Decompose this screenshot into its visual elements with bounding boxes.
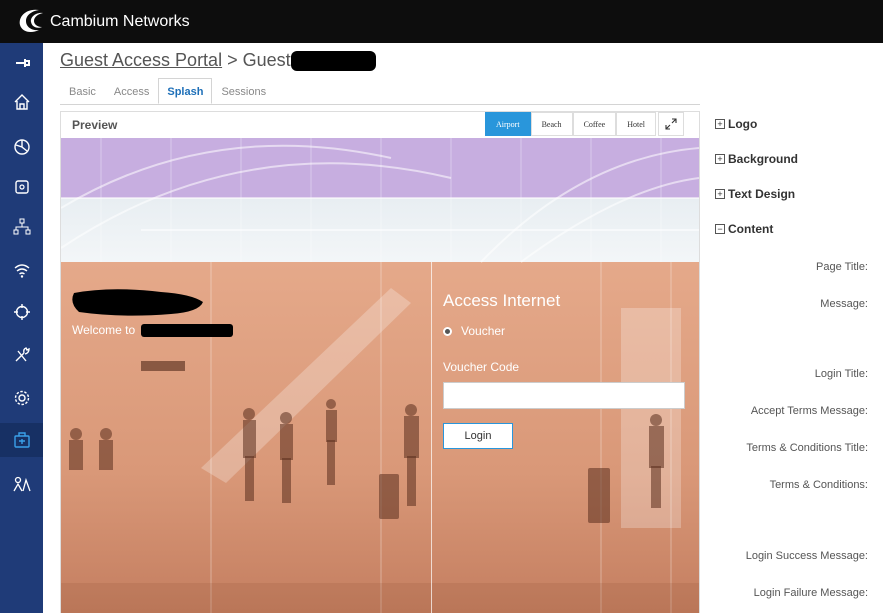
content-section-toggle[interactable]: − Content (715, 222, 773, 236)
tools-icon[interactable] (0, 338, 43, 372)
cambium-logo-icon (19, 9, 43, 33)
home-icon[interactable] (0, 85, 43, 119)
device-icon[interactable] (0, 170, 43, 204)
voucher-label: Voucher (461, 324, 506, 338)
network-icon[interactable] (0, 210, 43, 244)
theme-selector: Airport Beach Coffee Hotel (485, 112, 684, 136)
welcome-text: Welcome to (72, 323, 234, 338)
login-button[interactable]: Login (443, 423, 513, 449)
tab-sessions[interactable]: Sessions (212, 78, 275, 104)
collapse-minus-icon: − (715, 224, 725, 234)
login-title-label: Login Title: (814, 368, 868, 380)
message-label: Message: (820, 298, 868, 310)
text-design-section-toggle[interactable]: + Text Design (715, 187, 795, 201)
tab-basic[interactable]: Basic (60, 78, 105, 104)
top-bar: Cambium Networks (0, 0, 883, 43)
page-title-label: Page Title: (816, 261, 868, 273)
background-section-toggle[interactable]: + Background (715, 152, 798, 166)
voucher-code-input[interactable] (443, 382, 685, 409)
voucher-code-label: Voucher Code (443, 360, 520, 374)
expand-plus-icon: + (715, 189, 725, 199)
theme-hotel-button[interactable]: Hotel (616, 112, 656, 136)
content-section-label: Content (728, 222, 774, 236)
breadcrumb-current: Guest (242, 50, 291, 70)
splash-settings: + Logo + Background + Text Design − Cont… (700, 111, 883, 613)
guest-icon[interactable] (0, 423, 43, 457)
splash-preview-scene: Welcome to Access Internet Voucher Vouch… (61, 138, 699, 613)
brand-name: Cambium Networks (50, 13, 190, 30)
text-design-section-label: Text Design (728, 187, 796, 201)
tab-access[interactable]: Access (105, 78, 158, 104)
login-success-label: Login Success Message: (745, 550, 868, 562)
airport-background-image (61, 138, 699, 613)
sidebar (0, 43, 43, 613)
login-failure-label: Login Failure Message: (753, 587, 868, 599)
redacted-venue (141, 324, 234, 338)
access-title: Access Internet (443, 291, 561, 310)
preview-title: Preview (72, 118, 118, 132)
tab-divider (60, 104, 700, 105)
breadcrumb-separator: > (227, 50, 238, 70)
preview-header: Preview Airport Beach Coffee Hotel (61, 112, 699, 138)
voucher-option[interactable]: Voucher (443, 324, 505, 338)
wifi-icon[interactable] (0, 253, 43, 287)
target-icon[interactable] (0, 295, 43, 329)
theme-coffee-button[interactable]: Coffee (572, 112, 617, 136)
users-icon[interactable] (0, 467, 43, 501)
terms-conditions-label: Terms & Conditions: (769, 479, 868, 491)
preview-panel-divider (431, 262, 432, 613)
voucher-radio[interactable] (443, 326, 452, 336)
accept-terms-label: Accept Terms Message: (750, 405, 868, 417)
expand-plus-icon: + (715, 119, 725, 129)
logo-section-label: Logo (728, 117, 758, 131)
expand-plus-icon: + (715, 154, 725, 164)
breadcrumb-portal-link[interactable]: Guest Access Portal (60, 50, 222, 70)
logo-section-toggle[interactable]: + Logo (715, 117, 757, 131)
settings-icon[interactable] (0, 381, 43, 415)
background-section-label: Background (728, 152, 799, 166)
tab-splash[interactable]: Splash (158, 78, 213, 104)
redacted-logo (72, 289, 203, 316)
terms-title-label: Terms & Conditions Title: (746, 442, 868, 454)
theme-beach-button[interactable]: Beach (530, 112, 573, 136)
dashboard-icon[interactable] (0, 130, 43, 164)
theme-airport-button[interactable]: Airport (485, 112, 531, 136)
preview-panel: Preview Airport Beach Coffee Hotel Welco… (60, 111, 700, 613)
tab-bar: Basic Access Splash Sessions (60, 78, 275, 104)
redacted-name (290, 51, 376, 72)
expand-icon[interactable] (657, 112, 684, 136)
breadcrumb: Guest Access Portal > Guest (60, 50, 376, 72)
welcome-label: Welcome to (72, 323, 136, 337)
pin-icon[interactable] (0, 46, 43, 80)
